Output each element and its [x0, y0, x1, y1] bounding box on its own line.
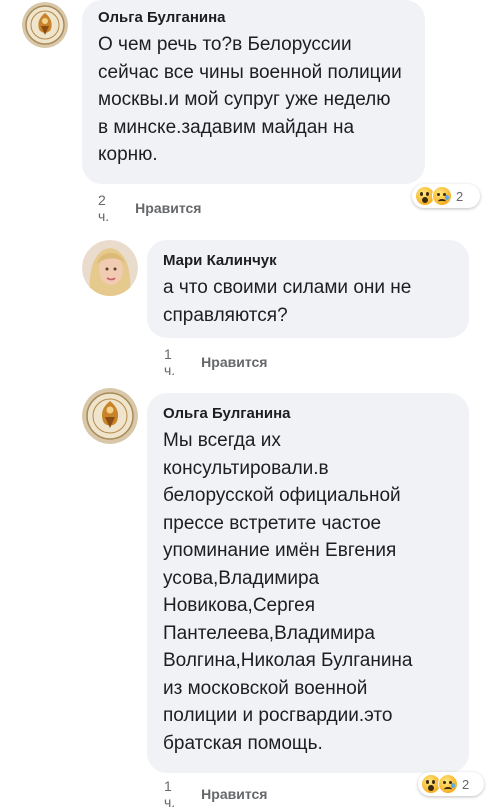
comment-author[interactable]: Мари Калинчук	[163, 252, 455, 270]
comment-text: а что своими силами они не справляются?	[163, 277, 412, 326]
comment-meta: 1 ч. Нравится	[164, 346, 267, 378]
comment-meta: 2 ч. Нравится	[98, 192, 201, 224]
emblem-avatar-icon[interactable]	[22, 2, 68, 48]
comment-author[interactable]: Ольга Булганина	[98, 9, 411, 27]
sad-reaction-icon	[438, 774, 458, 794]
like-button[interactable]: Нравится	[201, 354, 267, 370]
comment-meta: 1 ч. Нравится	[164, 778, 267, 810]
reaction-count: 2	[456, 188, 464, 204]
reactions-summary[interactable]: 2	[412, 184, 480, 208]
sad-reaction-icon	[432, 186, 452, 206]
comment-time[interactable]: 2 ч.	[98, 192, 109, 224]
comment-text: Мы всегда их консультировали.в белорусск…	[163, 430, 413, 754]
comment-time[interactable]: 1 ч.	[164, 778, 175, 810]
comment-time[interactable]: 1 ч.	[164, 346, 175, 378]
comment-bubble: Ольга Булганина О чем речь то?в Белорусс…	[82, 0, 425, 184]
reaction-count: 2	[462, 776, 470, 792]
emblem-avatar-icon[interactable]	[82, 388, 138, 444]
reactions-summary[interactable]: 2	[418, 772, 484, 796]
comment-author[interactable]: Ольга Булганина	[163, 405, 455, 423]
comment-bubble: Ольга Булганина Мы всегда их консультиро…	[147, 393, 469, 773]
comment-bubble: Мари Калинчук а что своими силами они не…	[147, 240, 469, 338]
like-button[interactable]: Нравится	[135, 200, 201, 216]
blonde-woman-avatar[interactable]	[82, 240, 138, 296]
comment-text: О чем речь то?в Белоруссии сейчас все чи…	[98, 34, 402, 165]
